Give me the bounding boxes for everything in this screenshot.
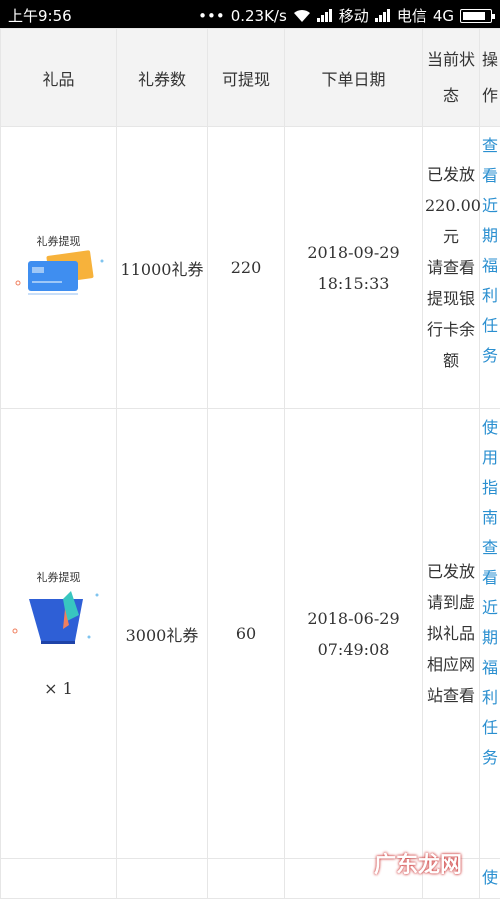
bank-card-icon xyxy=(14,249,104,299)
view-tasks-link[interactable]: 查看近期福利任务 xyxy=(481,533,499,773)
table-row: 礼券提现 11000礼券 220 2018-09-29 18:15:33 已发放… xyxy=(1,127,500,409)
carrier-1: 移动 xyxy=(339,5,369,26)
coupons-cell: 11000礼券 xyxy=(117,127,208,409)
gift-label: 礼券提现 xyxy=(1,233,116,249)
status-right: ••• 0.23K/s 移动 电信 4G xyxy=(198,5,492,26)
gift-quantity: × 1 xyxy=(1,679,116,698)
withdraw-cell xyxy=(208,859,285,899)
action-cell: 使 xyxy=(480,859,500,899)
withdraw-cell: 60 xyxy=(208,409,285,859)
signal-icon-2 xyxy=(375,9,391,22)
header-date: 下单日期 xyxy=(285,29,423,127)
status-time: 上午9:56 xyxy=(8,5,72,26)
action-cell: 使用指南 查看近期福利任务 xyxy=(480,409,500,859)
date-cell: 2018-06-29 07:49:08 xyxy=(285,409,423,859)
header-action: 操 作 xyxy=(480,29,500,127)
wifi-icon xyxy=(293,9,311,23)
status-cell: 已发放 请到虚 拟礼品 相应网 站查看 xyxy=(423,409,480,859)
header-gift: 礼品 xyxy=(1,29,117,127)
header-withdraw: 可提现 xyxy=(208,29,285,127)
carrier-2: 电信 xyxy=(397,5,427,26)
status-dots: ••• xyxy=(198,7,225,25)
header-coupons: 礼券数 xyxy=(117,29,208,127)
gift-cell: 礼券提现 × 1 xyxy=(1,409,117,859)
network-speed: 0.23K/s xyxy=(231,7,287,25)
status-bar: 上午9:56 ••• 0.23K/s 移动 电信 4G xyxy=(0,0,500,28)
coupons-cell: 3000礼券 xyxy=(117,409,208,859)
wallet-icon xyxy=(9,585,109,657)
gift-cell xyxy=(1,859,117,899)
header-status: 当前状 态 xyxy=(423,29,480,127)
date-cell: 2018-09-29 18:15:33 xyxy=(285,127,423,409)
watermark: 广东龙网 xyxy=(374,847,462,879)
network-type: 4G xyxy=(433,7,454,25)
gift-cell: 礼券提现 xyxy=(1,127,117,409)
table-header-row: 礼品 礼券数 可提现 下单日期 当前状 态 操 作 xyxy=(1,29,500,127)
usage-guide-link[interactable]: 使用指南 xyxy=(481,413,499,533)
orders-table: 礼品 礼券数 可提现 下单日期 当前状 态 操 作 礼券提现 11000礼券 2… xyxy=(0,28,500,899)
battery-icon xyxy=(460,9,492,23)
action-cell: 查看近期福利任务 xyxy=(480,127,500,409)
gift-label: 礼券提现 xyxy=(1,569,116,585)
table-row: 礼券提现 × 1 3000礼券 60 2018-06-29 07:49:08 已… xyxy=(1,409,500,859)
status-cell: 已发放 220.00 元 请查看 提现银 行卡余 额 xyxy=(423,127,480,409)
withdraw-cell: 220 xyxy=(208,127,285,409)
signal-icon xyxy=(317,9,333,22)
view-tasks-link[interactable]: 查看近期福利任务 xyxy=(481,131,499,371)
coupons-cell xyxy=(117,859,208,899)
